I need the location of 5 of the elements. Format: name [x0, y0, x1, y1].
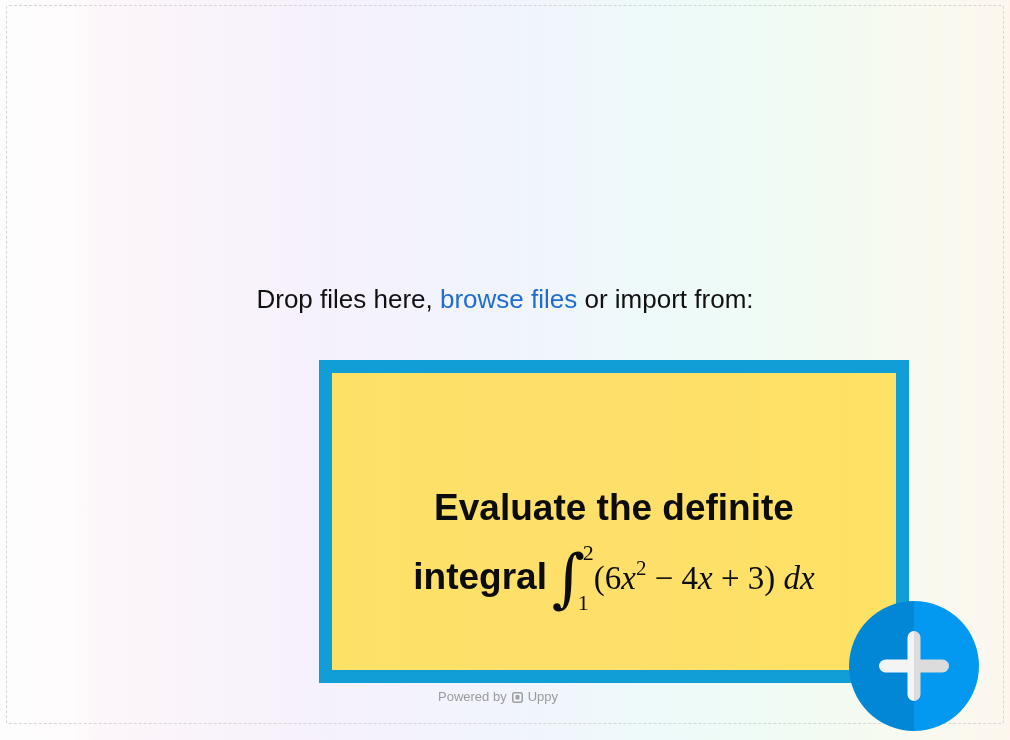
drop-prompt: Drop files here, browse files or import from: — [256, 283, 754, 316]
logo-icon — [511, 691, 523, 703]
plus-icon — [879, 631, 949, 701]
powered-by-link[interactable]: Powered by Uppy — [438, 689, 558, 705]
browse-files-link[interactable]: browse files — [440, 284, 578, 314]
